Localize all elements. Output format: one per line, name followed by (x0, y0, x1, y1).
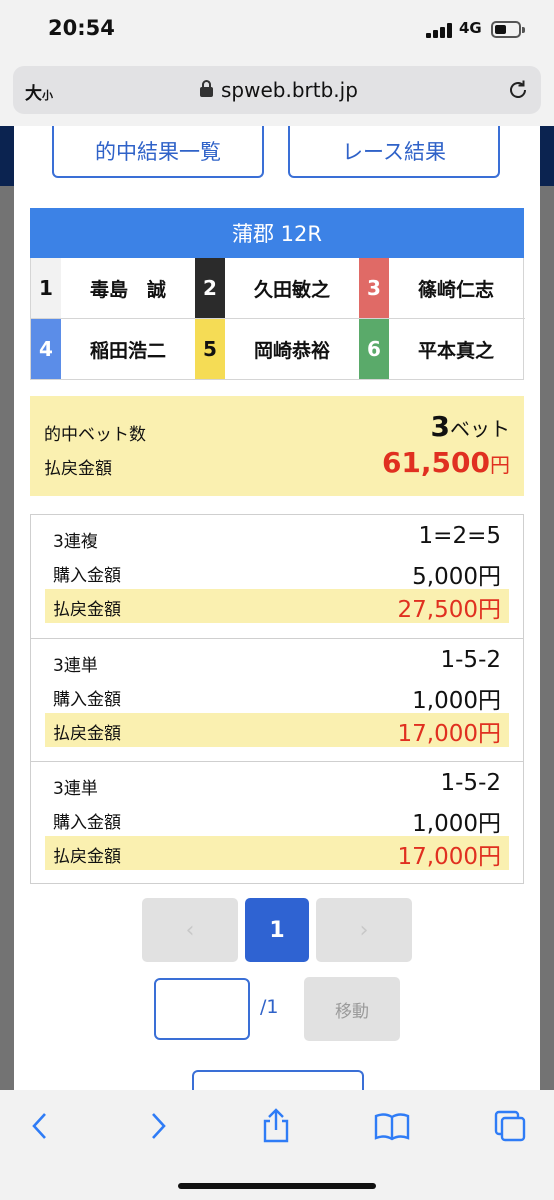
purchase-label: 購入金額 (53, 566, 121, 586)
back-icon[interactable] (20, 1108, 60, 1144)
racer-number: 1 (31, 258, 61, 318)
purchase-label: 購入金額 (53, 813, 121, 833)
url-text[interactable]: spweb.brtb.jp (221, 78, 358, 102)
lock-icon (200, 80, 213, 98)
payout-label: 払戻金額 (53, 847, 121, 867)
bet-type: 3連単 (53, 779, 98, 799)
next-page-button[interactable]: › (316, 898, 412, 962)
forward-icon[interactable] (138, 1108, 178, 1144)
prev-page-button[interactable]: ‹ (142, 898, 238, 962)
racer-1: 1 毒島 誠 (31, 258, 195, 318)
racer-name: 毒島 誠 (89, 278, 166, 301)
racer-number: 2 (195, 258, 225, 318)
racer-name: 岡崎恭裕 (253, 339, 330, 362)
signal-icon (426, 22, 454, 38)
racer-3: 3 篠崎仁志 (359, 258, 523, 318)
payout-amount: 27,500円 (397, 597, 501, 623)
page-1-button[interactable]: 1 (245, 898, 309, 962)
purchase-amount: 1,000円 (412, 688, 501, 714)
racer-number: 3 (359, 258, 389, 318)
racer-number: 5 (195, 319, 225, 379)
page-number-input[interactable] (154, 978, 250, 1040)
racer-4: 4 稲田浩二 (31, 319, 195, 379)
payout-label: 払戻金額 (53, 724, 121, 744)
racer-number: 4 (31, 319, 61, 379)
battery-icon (491, 21, 525, 38)
bookmarks-icon[interactable] (372, 1108, 412, 1144)
bet-combination: 1=2=5 (418, 523, 501, 549)
racer-name: 平本真之 (417, 339, 494, 362)
payout-row: 払戻金額 17,000円 (45, 713, 509, 747)
text-size-button[interactable]: 大小 (25, 79, 53, 104)
hit-summary: 的中ベット数 払戻金額 3ベット 61,500円 (30, 396, 524, 496)
browser-address-area: 大小 spweb.brtb.jp (0, 62, 554, 126)
purchase-amount: 5,000円 (412, 564, 501, 590)
payout-amount: 17,000円 (397, 721, 501, 747)
racer-6: 6 平本真之 (359, 319, 523, 379)
payout-label: 払戻金額 (53, 600, 121, 620)
bet-combination: 1-5-2 (440, 647, 502, 673)
payout-total: 61,500円 (381, 446, 510, 479)
payout-amount: 17,000円 (397, 844, 501, 870)
bet-item: 3連単 1-5-2 購入金額 1,000円 払戻金額 17,000円 (31, 761, 523, 884)
purchase-label: 購入金額 (53, 690, 121, 710)
bet-combination: 1-5-2 (440, 770, 502, 796)
racer-table: 1 毒島 誠 2 久田敏之 3 篠崎仁志 4 稲田浩二 5 岡崎恭裕 6 平本真… (30, 258, 525, 380)
racer-5: 5 岡崎恭裕 (195, 319, 359, 379)
go-to-page-button[interactable]: 移動 (304, 977, 400, 1041)
close-button[interactable] (192, 1070, 364, 1090)
hit-bets-value: 3ベット (430, 410, 510, 443)
bet-type: 3連単 (53, 656, 98, 676)
result-sheet: 的中結果一覧 レース結果 蒲郡 12R 1 毒島 誠 2 久田敏之 3 篠崎仁志… (14, 126, 540, 1090)
payout-label: 払戻金額 (44, 459, 112, 479)
racer-name: 稲田浩二 (89, 339, 166, 362)
race-results-button[interactable]: レース結果 (288, 126, 500, 178)
bet-item: 3連単 1-5-2 購入金額 1,000円 払戻金額 17,000円 (31, 638, 523, 761)
racer-name: 篠崎仁志 (417, 278, 494, 301)
total-pages: /1 (260, 996, 279, 1018)
network-type: 4G (459, 19, 482, 37)
tabs-icon[interactable] (490, 1108, 530, 1144)
clock: 20:54 (48, 16, 115, 40)
racer-number: 6 (359, 319, 389, 379)
share-icon[interactable] (256, 1108, 296, 1144)
home-indicator (178, 1183, 376, 1189)
racer-name: 久田敏之 (253, 278, 330, 301)
racer-2: 2 久田敏之 (195, 258, 359, 318)
results-list-button[interactable]: 的中結果一覧 (52, 126, 264, 178)
reload-icon[interactable] (507, 79, 529, 101)
address-bar[interactable]: 大小 spweb.brtb.jp (13, 66, 541, 114)
payout-row: 払戻金額 27,500円 (45, 589, 509, 623)
purchase-amount: 1,000円 (412, 811, 501, 837)
payout-row: 払戻金額 17,000円 (45, 836, 509, 870)
bet-item: 3連複 1=2=5 購入金額 5,000円 払戻金額 27,500円 (31, 515, 523, 638)
bet-list: 3連複 1=2=5 購入金額 5,000円 払戻金額 27,500円 3連単 1… (30, 514, 524, 884)
bet-type: 3連複 (53, 532, 98, 552)
status-bar: 20:54 4G (0, 0, 554, 62)
race-title: 蒲郡 12R (30, 208, 524, 258)
hit-bets-label: 的中ベット数 (44, 425, 146, 445)
